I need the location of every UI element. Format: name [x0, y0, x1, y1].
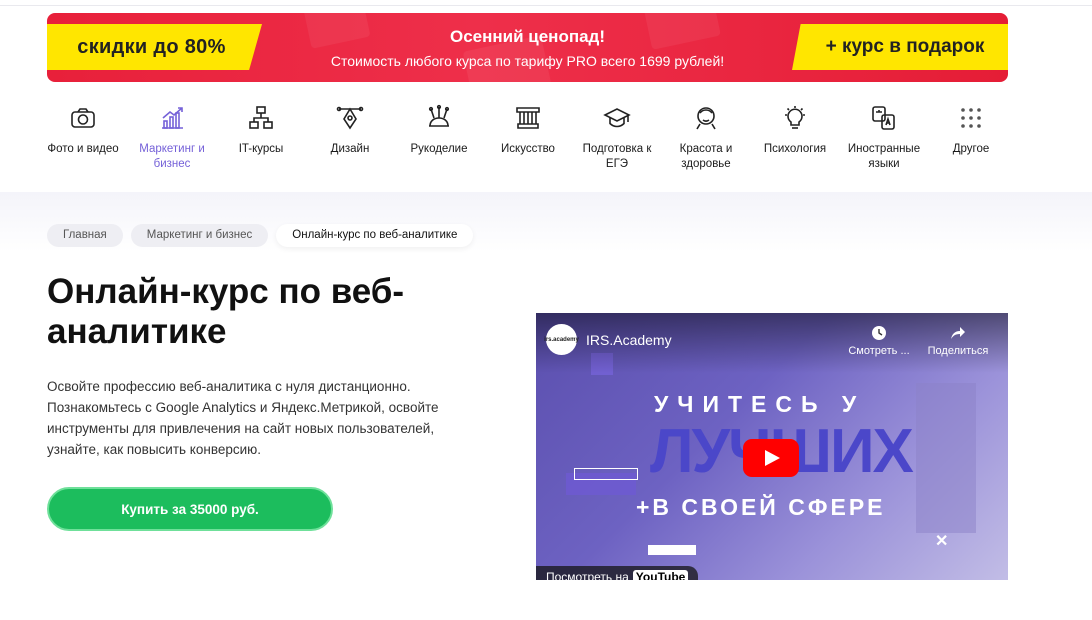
dots-grid-icon — [961, 108, 981, 128]
channel-avatar[interactable]: irs.academy — [544, 324, 579, 355]
translate-icon — [872, 106, 895, 130]
clock-icon — [872, 326, 886, 340]
channel-name[interactable]: IRS.Academy — [586, 332, 672, 348]
page-title: Онлайн-курс по веб-аналитике — [47, 272, 405, 351]
youtube-logo: YouTube — [632, 570, 689, 580]
category-it[interactable]: IT-курсы — [219, 104, 303, 157]
category-design[interactable]: Дизайн — [308, 104, 392, 157]
banner-title: Осенний ценопад! — [449, 27, 606, 46]
category-crafts[interactable]: Рукоделие — [397, 104, 481, 157]
graduation-cap-icon — [603, 108, 631, 128]
discount-tag: скидки до 80% — [47, 24, 262, 70]
camera-icon — [71, 108, 95, 128]
breadcrumb-category[interactable]: Маркетинг и бизнес — [130, 224, 269, 247]
category-beauty[interactable]: Красота и здоровье — [664, 104, 748, 172]
chart-icon — [162, 107, 183, 129]
promo-banner[interactable]: скидки до 80% Осенний ценопад! Стоимость… — [47, 13, 1008, 82]
gift-tag: + курс в подарок — [792, 24, 1008, 70]
category-marketing[interactable]: Маркетинг и бизнес — [130, 104, 214, 172]
breadcrumb-current: Онлайн-курс по веб-аналитике — [276, 224, 474, 247]
lightbulb-icon — [785, 106, 805, 129]
video-player[interactable]: irs.academy IRS.Academy Смотреть ... Под… — [536, 313, 1008, 580]
breadcrumb: Главная Маркетинг и бизнес Онлайн-курс п… — [47, 224, 474, 247]
watch-on-youtube-link[interactable]: Посмотреть на YouTube — [536, 566, 699, 580]
column-icon — [516, 107, 540, 129]
video-text-line3: +В СВОЕЙ СФЕРЕ — [636, 494, 886, 520]
banner-subtitle: Стоимость любого курса по тарифу PRO все… — [330, 53, 725, 69]
watch-later-button[interactable]: Смотреть ... — [844, 325, 914, 357]
category-art[interactable]: Искусство — [486, 104, 570, 157]
pen-tool-icon — [336, 106, 364, 130]
top-divider — [0, 0, 1092, 6]
category-psychology[interactable]: Психология — [753, 104, 837, 157]
category-photo-video[interactable]: Фото и видео — [41, 104, 125, 157]
buy-button[interactable]: Купить за 35000 руб. — [47, 487, 333, 531]
category-other[interactable]: Другое — [929, 104, 1013, 157]
share-icon — [951, 327, 965, 339]
course-description: Освойте профессию веб-аналитика с нуля д… — [47, 379, 439, 457]
category-languages[interactable]: Иностранные языки — [842, 104, 926, 172]
category-exam-prep[interactable]: Подготовка к ЕГЭ — [575, 104, 659, 172]
network-icon — [249, 106, 273, 129]
breadcrumb-home[interactable]: Главная — [47, 224, 123, 247]
close-icon: ✕ — [935, 533, 949, 550]
play-button[interactable] — [743, 439, 799, 477]
share-button[interactable]: Поделиться — [923, 325, 993, 357]
pincushion-icon — [428, 104, 450, 127]
category-nav: Фото и видео Маркетинг и бизнес IT-курсы… — [0, 88, 1092, 192]
face-icon — [696, 107, 716, 130]
video-text-line1: УЧИТЕСЬ У — [654, 391, 866, 417]
